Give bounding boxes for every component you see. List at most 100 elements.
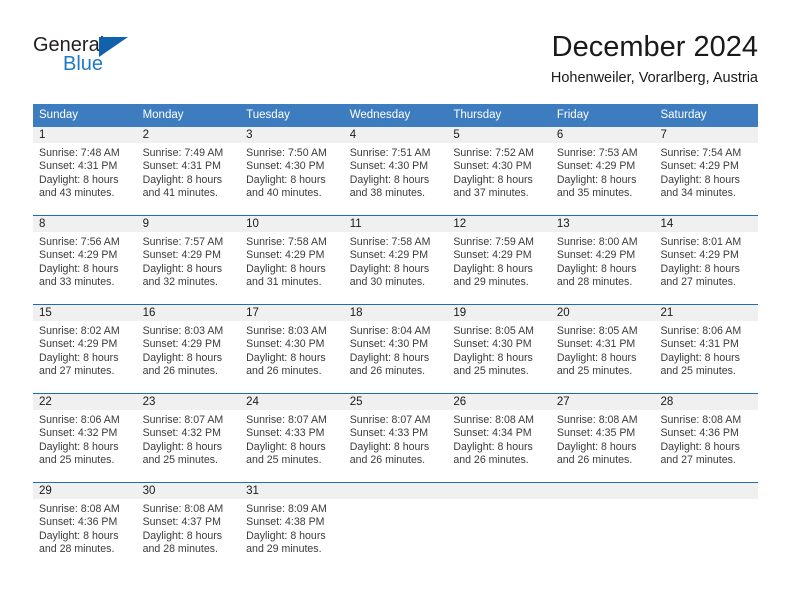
day-detail-line: Sunrise: 8:02 AM: [39, 325, 120, 337]
calendar-day-cell[interactable]: 12 Sunrise: 7:59 AM Sunset: 4:29 PM Dayligh…: [447, 216, 551, 304]
day-number: 17: [240, 305, 344, 321]
calendar-day-cell[interactable]: 22 Sunrise: 8:06 AM Sunset: 4:32 PM Dayligh…: [33, 394, 137, 482]
day-details: Sunrise: 7:57 AM Sunset: 4:29 PM Daylight:…: [137, 232, 241, 290]
day-detail-line: Sunrise: 8:08 AM: [453, 414, 534, 426]
weekday-header-thursday: Thursday: [453, 109, 502, 121]
calendar-day-cell[interactable]: 2 Sunrise: 7:49 AM Sunset: 4:31 PM Daylight…: [136, 127, 241, 215]
day-detail-line: Sunset: 4:32 PM: [39, 427, 118, 440]
day-details: Sunrise: 7:56 AM Sunset: 4:29 PM Daylight:…: [33, 232, 137, 290]
day-details: Sunrise: 7:58 AM Sunset: 4:29 PM Daylight:…: [344, 232, 448, 290]
brand-logo: General Blue: [33, 34, 233, 86]
calendar-day-cell[interactable]: 31 Sunrise: 8:09 AM Sunset: 4:38 PM Dayligh…: [240, 483, 344, 571]
calendar-day-cell[interactable]: 23 Sunrise: 8:07 AM Sunset: 4:32 PM Dayligh…: [136, 394, 241, 482]
day-detail-line: and 41 minutes.: [142, 187, 218, 200]
day-detail-line: Sunset: 4:32 PM: [142, 427, 221, 440]
day-detail-line: Daylight: 8 hours: [660, 351, 740, 364]
weekday-header-sunday: Sunday: [39, 109, 79, 121]
day-detail-line: and 25 minutes.: [556, 365, 633, 378]
day-detail-line: and 25 minutes.: [453, 365, 529, 378]
day-detail-line: Sunset: 4:29 PM: [660, 160, 739, 173]
day-detail-line: Daylight: 8 hours: [39, 529, 119, 542]
day-detail-line: Sunset: 4:33 PM: [349, 427, 429, 440]
calendar-day-cell[interactable]: 26 Sunrise: 8:08 AM Sunset: 4:34 PM Dayligh…: [447, 394, 551, 482]
calendar-day-cell[interactable]: 20 Sunrise: 8:05 AM Sunset: 4:31 PM Dayligh…: [550, 305, 655, 393]
day-details: Sunrise: 7:53 AM Sunset: 4:29 PM Daylight:…: [551, 143, 655, 201]
calendar-day-cell[interactable]: 10 Sunrise: 7:58 AM Sunset: 4:29 PM Dayligh…: [240, 216, 344, 304]
day-detail-line: Daylight: 8 hours: [556, 262, 637, 275]
day-number: 31: [240, 483, 344, 499]
day-details: Sunrise: 7:59 AM Sunset: 4:29 PM Daylight:…: [447, 232, 551, 290]
calendar-week-row: 22 Sunrise: 8:06 AM Sunset: 4:32 PM Dayligh…: [33, 393, 759, 482]
calendar-day-cell[interactable]: 18 Sunrise: 8:04 AM Sunset: 4:30 PM Dayligh…: [343, 305, 448, 393]
day-details: Sunrise: 7:50 AM Sunset: 4:30 PM Daylight:…: [240, 143, 344, 201]
day-details: Sunrise: 8:08 AM Sunset: 4:36 PM Daylight:…: [654, 410, 758, 468]
day-details: Sunrise: 8:05 AM Sunset: 4:30 PM Daylight:…: [447, 321, 551, 379]
weekday-header-wednesday: Wednesday: [349, 109, 411, 121]
day-detail-line: Sunrise: 8:09 AM: [246, 503, 327, 515]
calendar-week-row: 15 Sunrise: 8:02 AM Sunset: 4:29 PM Dayligh…: [33, 304, 759, 393]
day-details: Sunrise: 8:07 AM Sunset: 4:33 PM Daylight:…: [344, 410, 448, 468]
day-detail-line: and 26 minutes.: [349, 365, 426, 378]
calendar-day-cell[interactable]: 14 Sunrise: 8:01 AM Sunset: 4:29 PM Dayligh…: [654, 216, 759, 304]
calendar-day-cell[interactable]: 4 Sunrise: 7:51 AM Sunset: 4:30 PM Daylight…: [343, 127, 448, 215]
day-detail-line: Sunrise: 8:04 AM: [349, 325, 431, 337]
calendar-day-cell[interactable]: 8 Sunrise: 7:56 AM Sunset: 4:29 PM Daylight…: [33, 216, 137, 304]
day-detail-line: Sunset: 4:30 PM: [349, 160, 429, 173]
day-number: 19: [447, 305, 551, 321]
day-detail-line: Sunrise: 8:08 AM: [142, 503, 224, 515]
day-detail-line: Sunrise: 8:03 AM: [246, 325, 327, 337]
calendar-day-cell[interactable]: 19 Sunrise: 8:05 AM Sunset: 4:30 PM Dayligh…: [447, 305, 551, 393]
calendar-day-cell[interactable]: 15 Sunrise: 8:02 AM Sunset: 4:29 PM Dayligh…: [33, 305, 137, 393]
day-detail-line: Daylight: 8 hours: [453, 173, 533, 186]
day-number: 24: [240, 394, 344, 410]
calendar-day-cell[interactable]: 3 Sunrise: 7:50 AM Sunset: 4:30 PM Daylight…: [240, 127, 344, 215]
day-number: 7: [654, 127, 759, 143]
day-detail-line: Sunset: 4:36 PM: [39, 516, 118, 529]
calendar-day-cell[interactable]: 28 Sunrise: 8:08 AM Sunset: 4:36 PM Dayligh…: [654, 394, 759, 482]
day-detail-line: Daylight: 8 hours: [246, 440, 326, 453]
day-detail-line: Sunrise: 8:08 AM: [556, 414, 638, 426]
day-number: 27: [550, 394, 655, 410]
calendar-day-cell[interactable]: 9 Sunrise: 7:57 AM Sunset: 4:29 PM Daylight…: [136, 216, 241, 304]
calendar-day-cell[interactable]: 5 Sunrise: 7:52 AM Sunset: 4:30 PM Daylight…: [447, 127, 551, 215]
calendar-day-cell[interactable]: 11 Sunrise: 7:58 AM Sunset: 4:29 PM Dayligh…: [343, 216, 448, 304]
day-detail-line: Sunset: 4:29 PM: [556, 249, 636, 262]
day-details: Sunrise: 8:09 AM Sunset: 4:38 PM Daylight:…: [240, 499, 344, 557]
day-detail-line: Daylight: 8 hours: [246, 262, 326, 275]
day-number: 20: [550, 305, 655, 321]
calendar-day-cell[interactable]: 16 Sunrise: 8:03 AM Sunset: 4:29 PM Dayligh…: [136, 305, 241, 393]
day-details: Sunrise: 7:49 AM Sunset: 4:31 PM Daylight:…: [137, 143, 241, 201]
day-detail-line: Sunrise: 8:08 AM: [39, 503, 120, 515]
page-header: General Blue December 2024 Hohenweiler, …: [33, 30, 758, 94]
day-details: Sunrise: 8:08 AM Sunset: 4:37 PM Daylight:…: [137, 499, 241, 557]
day-detail-line: Sunrise: 8:07 AM: [142, 414, 224, 426]
day-detail-line: Sunrise: 8:03 AM: [142, 325, 224, 337]
calendar-day-cell[interactable]: 1 Sunrise: 7:48 AM Sunset: 4:31 PM Daylight…: [33, 127, 137, 215]
day-detail-line: Sunset: 4:34 PM: [453, 427, 532, 440]
day-detail-line: and 25 minutes.: [246, 454, 322, 467]
day-number: 16: [136, 305, 241, 321]
calendar-day-cell[interactable]: 24 Sunrise: 8:07 AM Sunset: 4:33 PM Dayligh…: [240, 394, 344, 482]
day-detail-line: Daylight: 8 hours: [349, 351, 430, 364]
day-detail-line: and 26 minutes.: [142, 365, 218, 378]
day-detail-line: Daylight: 8 hours: [453, 351, 533, 364]
day-detail-line: Sunrise: 8:07 AM: [246, 414, 327, 426]
calendar-day-cell[interactable]: 30 Sunrise: 8:08 AM Sunset: 4:37 PM Dayligh…: [136, 483, 241, 571]
calendar-day-cell[interactable]: 25 Sunrise: 8:07 AM Sunset: 4:33 PM Dayligh…: [343, 394, 448, 482]
calendar-day-cell[interactable]: 29 Sunrise: 8:08 AM Sunset: 4:36 PM Dayligh…: [33, 483, 137, 571]
calendar-day-cell[interactable]: 21 Sunrise: 8:06 AM Sunset: 4:31 PM Dayligh…: [654, 305, 759, 393]
calendar-day-cell[interactable]: 6 Sunrise: 7:53 AM Sunset: 4:29 PM Daylight…: [550, 127, 655, 215]
day-number: 22: [33, 394, 137, 410]
calendar-day-cell[interactable]: 27 Sunrise: 8:08 AM Sunset: 4:35 PM Dayligh…: [550, 394, 655, 482]
calendar-day-cell-empty: [447, 483, 551, 571]
day-number: 18: [343, 305, 448, 321]
day-detail-line: and 33 minutes.: [39, 276, 115, 289]
calendar-day-cell[interactable]: 7 Sunrise: 7:54 AM Sunset: 4:29 PM Daylight…: [654, 127, 759, 215]
day-detail-line: Sunset: 4:35 PM: [556, 427, 636, 440]
calendar-day-cell[interactable]: 17 Sunrise: 8:03 AM Sunset: 4:30 PM Dayligh…: [240, 305, 344, 393]
day-detail-line: Sunrise: 7:58 AM: [349, 236, 431, 248]
calendar-day-cell[interactable]: 13 Sunrise: 8:00 AM Sunset: 4:29 PM Dayligh…: [550, 216, 655, 304]
day-detail-line: Sunrise: 7:53 AM: [556, 147, 638, 159]
day-detail-line: Daylight: 8 hours: [142, 173, 223, 186]
day-detail-line: Sunset: 4:30 PM: [246, 160, 325, 173]
